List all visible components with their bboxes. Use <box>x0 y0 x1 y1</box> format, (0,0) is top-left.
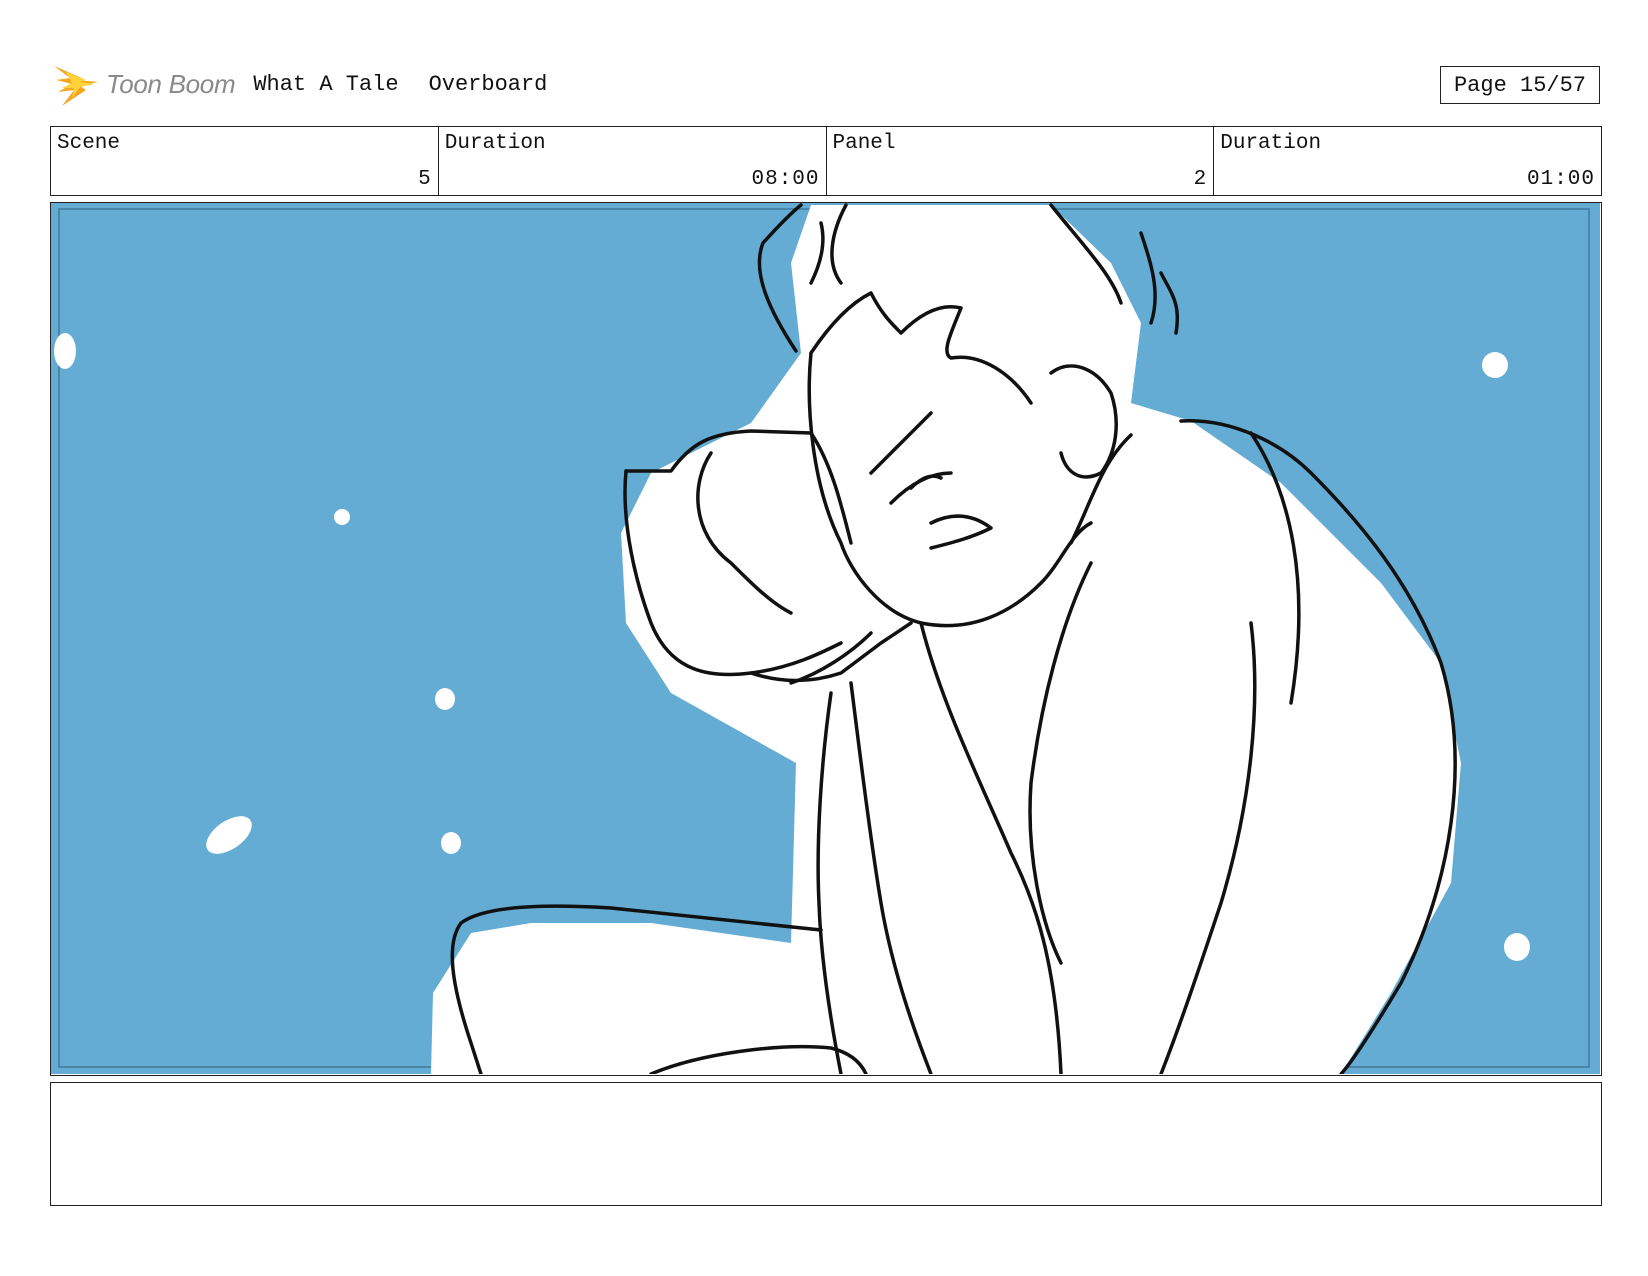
scene-value: 5 <box>418 168 432 191</box>
scene-duration-label: Duration <box>444 132 546 155</box>
scene-label: Scene <box>57 132 121 155</box>
panel-info-table: Scene 5 Duration 08:00 Panel 2 Duration … <box>50 126 1602 196</box>
storyboard-panel-frame <box>50 202 1602 1076</box>
snow-dot <box>1504 933 1530 961</box>
toon-boom-logo: Toon Boom <box>52 56 236 112</box>
snow-dot <box>435 688 455 710</box>
scene-cell: Scene 5 <box>51 127 439 195</box>
sequence-title: Overboard <box>428 71 548 97</box>
panel-duration-value: 01:00 <box>1526 168 1595 191</box>
project-title: What A Tale <box>253 71 399 97</box>
logo-wordmark: Toon Boom <box>106 68 236 99</box>
snow-dot <box>54 333 76 369</box>
panel-cell: Panel 2 <box>827 127 1215 195</box>
panel-notes-box <box>50 1082 1602 1206</box>
panel-value: 2 <box>1193 168 1208 191</box>
storyboard-header: Toon Boom What A Tale Overboard <box>52 56 547 112</box>
panel-duration-label: Duration <box>1220 132 1322 155</box>
page-indicator: Page 15/57 <box>1440 66 1600 104</box>
panel-duration-cell: Duration 01:00 <box>1214 127 1601 195</box>
scene-duration-cell: Duration 08:00 <box>439 127 827 195</box>
panel-label: Panel <box>832 132 896 155</box>
panel-sketch-image <box>51 203 1600 1074</box>
starburst-icon <box>54 66 98 106</box>
snow-dot <box>1482 352 1508 378</box>
snow-dot <box>441 832 461 854</box>
scene-duration-value: 08:00 <box>751 168 820 191</box>
snow-dot <box>334 509 350 525</box>
